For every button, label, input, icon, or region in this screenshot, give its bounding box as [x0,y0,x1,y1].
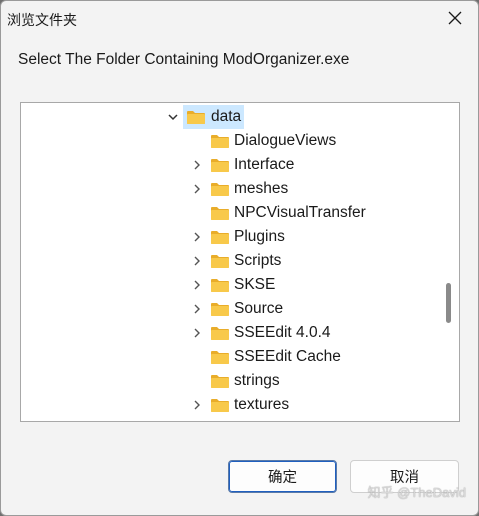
folder-icon [210,301,230,317]
tree-item[interactable]: meshes [21,177,439,201]
dialog-prompt: Select The Folder Containing ModOrganize… [18,51,350,68]
folder-icon [210,349,230,365]
tree-item[interactable]: DialogueViews [21,129,439,153]
close-button[interactable] [438,4,472,32]
folder-icon [210,205,230,221]
tree-item[interactable]: Plugins [21,225,439,249]
tree-item-label: strings [234,372,280,389]
tree-item[interactable]: Scripts [21,249,439,273]
folder-tree[interactable]: data DialogueViews Interface meshes NPCV… [20,102,460,422]
tree-item[interactable]: NPCVisualTransfer [21,201,439,225]
folder-icon [186,109,206,125]
tree-item[interactable]: SKSE [21,273,439,297]
tree-item-label: textures [234,396,290,413]
folder-icon [210,397,230,413]
close-icon [448,11,462,25]
folder-icon [210,181,230,197]
browse-folder-dialog: 浏览文件夹 Select The Folder Containing ModOr… [0,0,479,516]
title-bar[interactable]: 浏览文件夹 [1,1,478,35]
chevron-right-icon[interactable] [191,327,203,339]
chevron-down-icon[interactable] [167,111,179,123]
folder-icon [210,229,230,245]
tree-item[interactable]: strings [21,369,439,393]
chevron-right-icon[interactable] [191,279,203,291]
watermark: 知乎 @TheDavid [367,485,466,500]
folder-icon [210,373,230,389]
tree-item-label: Scripts [234,252,282,269]
window-title: 浏览文件夹 [7,12,77,28]
tree-item[interactable]: data [21,105,439,129]
ok-button[interactable]: 确定 [228,460,337,493]
scroll-thumb[interactable] [446,283,451,323]
tree-item[interactable]: Source [21,297,439,321]
chevron-right-icon[interactable] [191,183,203,195]
folder-icon [210,157,230,173]
chevron-right-icon[interactable] [191,159,203,171]
tree-item-label: SSEEdit Cache [234,348,341,365]
tree-item-label: Source [234,300,284,317]
tree-item[interactable]: SSEEdit Cache [21,345,439,369]
tree-item-label: data [211,108,242,125]
chevron-right-icon[interactable] [191,399,203,411]
tree-item[interactable]: textures [21,393,439,417]
tree-item-label: Plugins [234,228,285,245]
chevron-right-icon[interactable] [191,303,203,315]
tree-item[interactable]: Interface [21,153,439,177]
tree-item-label: meshes [234,180,289,197]
chevron-right-icon[interactable] [191,255,203,267]
tree-item-label: NPCVisualTransfer [234,204,366,221]
tree-item-label: SSEEdit 4.0.4 [234,324,331,341]
vertical-scrollbar[interactable] [439,103,459,421]
tree-item-label: DialogueViews [234,132,337,149]
folder-icon [210,253,230,269]
tree-item-label: SKSE [234,276,276,293]
folder-icon [210,133,230,149]
chevron-right-icon[interactable] [191,231,203,243]
folder-icon [210,277,230,293]
tree-item[interactable]: SSEEdit 4.0.4 [21,321,439,345]
tree-item-label: Interface [234,156,295,173]
folder-icon [210,325,230,341]
